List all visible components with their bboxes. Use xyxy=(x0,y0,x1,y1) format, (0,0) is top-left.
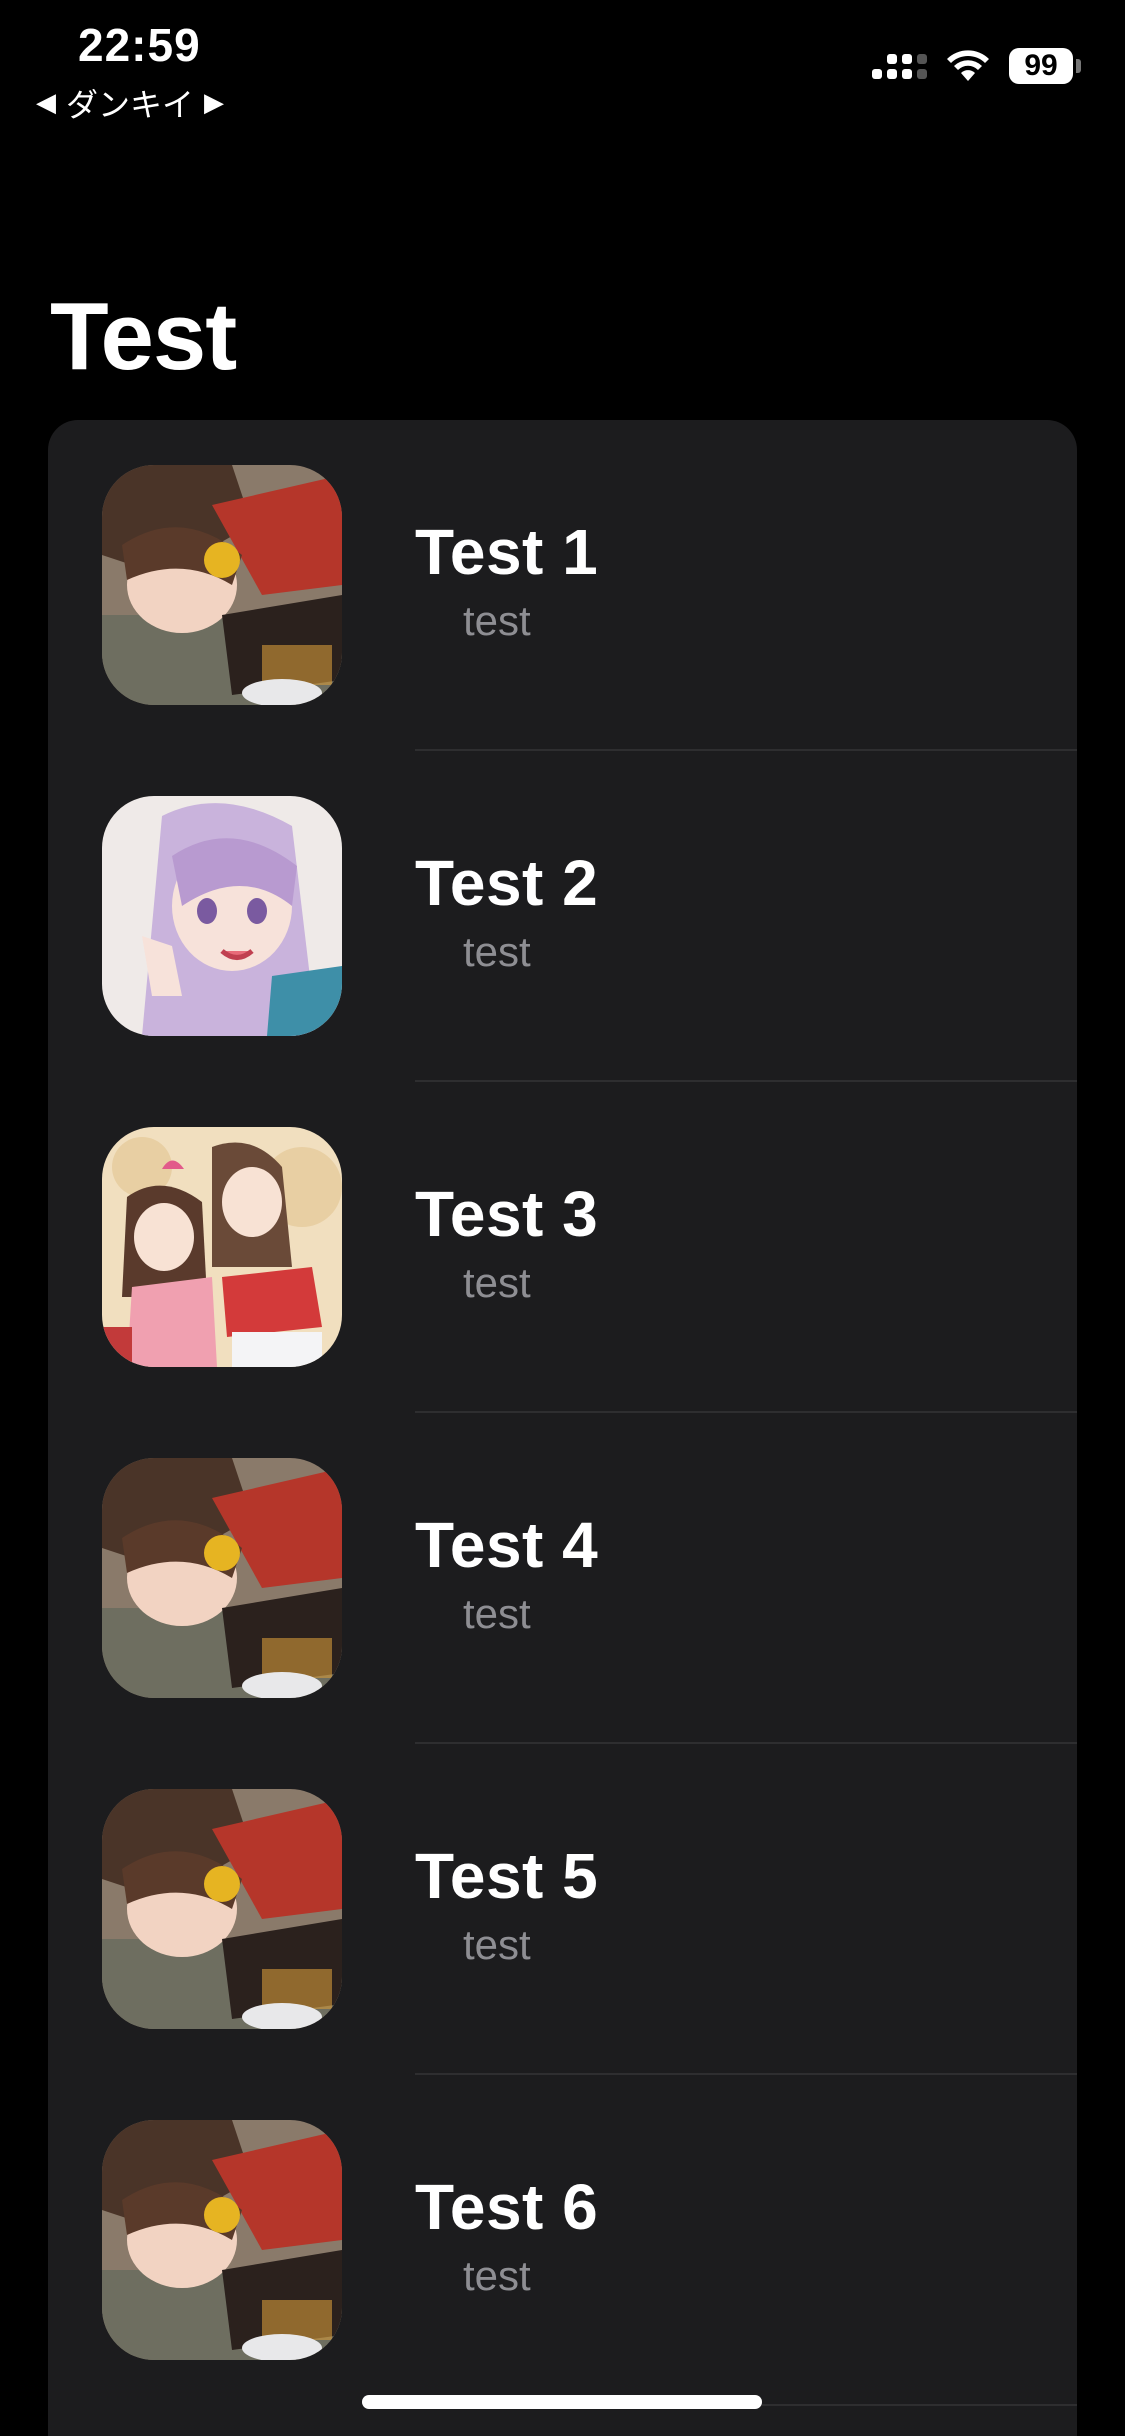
status-indicators: 99 xyxy=(872,48,1081,84)
item-subtitle: test xyxy=(463,597,531,644)
anime-girl-witch-hat-icon xyxy=(102,465,342,705)
status-bar: 22:59 ◀ ダンキイ ▶ 99 xyxy=(0,0,1125,130)
item-subtitle: test xyxy=(463,1259,531,1306)
item-subtitle: test xyxy=(463,1590,531,1637)
item-title: Test 1 xyxy=(415,516,599,588)
item-title: Test 4 xyxy=(415,1509,599,1581)
back-to-app-link[interactable]: ◀ ダンキイ ▶ xyxy=(36,80,224,126)
anime-girl-witch-hat-icon xyxy=(102,1789,342,2029)
list-item[interactable]: Test 3 test xyxy=(48,1082,1077,1413)
status-time: 22:59 xyxy=(78,19,201,71)
forward-triangle-icon: ▶ xyxy=(204,88,225,118)
back-triangle-icon: ◀ xyxy=(36,88,56,118)
home-indicator[interactable] xyxy=(362,2395,762,2409)
list-item[interactable]: Test 6 test xyxy=(48,2075,1077,2406)
anime-girl-witch-hat-icon xyxy=(102,1458,342,1698)
list-card: Test 1 test Test 2 test Test 3 test Test… xyxy=(48,420,1077,2436)
item-title: Test 6 xyxy=(415,2171,599,2243)
anime-two-girls-icon xyxy=(102,1127,342,1367)
list-item[interactable]: Test 5 test xyxy=(48,1744,1077,2075)
anime-girl-witch-hat-icon xyxy=(102,2120,342,2360)
item-title: Test 2 xyxy=(415,847,599,919)
wifi-icon xyxy=(947,50,989,81)
battery-level: 99 xyxy=(1009,48,1073,84)
item-subtitle: test xyxy=(463,2252,531,2299)
item-title: Test 3 xyxy=(415,1178,599,1250)
item-subtitle: test xyxy=(463,928,531,975)
item-title: Test 5 xyxy=(415,1840,599,1912)
back-app-label: ダンキイ xyxy=(66,86,195,124)
cellular-signal-icon xyxy=(872,53,927,79)
anime-girl-purple-hair-icon xyxy=(102,796,342,1036)
item-subtitle: test xyxy=(463,1921,531,1968)
battery-icon: 99 xyxy=(1009,48,1081,84)
page-title: Test xyxy=(50,283,237,390)
list-item[interactable]: Test 1 test xyxy=(48,420,1077,751)
list-item[interactable]: Test 4 test xyxy=(48,1413,1077,1744)
list-item[interactable]: Test 2 test xyxy=(48,751,1077,1082)
